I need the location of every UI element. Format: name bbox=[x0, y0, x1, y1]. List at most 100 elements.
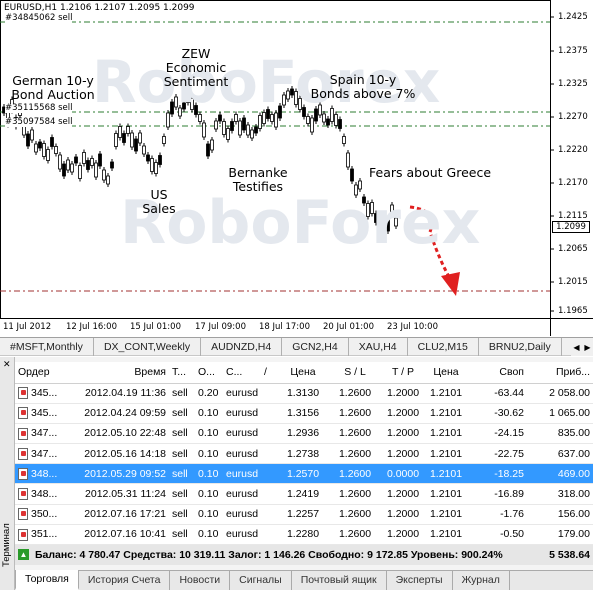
column-header[interactable]: Ордер bbox=[15, 362, 77, 384]
order-id: 351... bbox=[31, 528, 58, 541]
scroll-right-icon[interactable]: ▶ bbox=[584, 343, 590, 352]
column-header[interactable]: Т... bbox=[169, 362, 195, 384]
candle-body bbox=[122, 133, 126, 143]
tab-account-history[interactable]: История Счета bbox=[79, 571, 171, 590]
price-tick: 1.2375 bbox=[558, 46, 588, 56]
table-cell: eurusd bbox=[223, 463, 261, 485]
candle-body bbox=[50, 137, 54, 147]
tab-news[interactable]: Новости bbox=[170, 571, 231, 590]
candle-body bbox=[38, 141, 42, 149]
column-header[interactable]: Цена bbox=[425, 362, 467, 384]
table-cell: 1.2101 bbox=[425, 483, 467, 505]
candle-body bbox=[310, 117, 314, 133]
tab-experts[interactable]: Эксперты bbox=[387, 571, 453, 590]
column-header[interactable]: S / L bbox=[329, 362, 381, 384]
balance-line: Баланс: 4 780.47 Средства: 10 319.11 Зал… bbox=[35, 548, 503, 561]
table-row[interactable]: 345... 2012.04.19 11:36 sell 0.20 eurusd 1.31… bbox=[15, 383, 593, 404]
terminal-panel: ✕ Терминал Ордер Время Т... О... С... / … bbox=[0, 357, 593, 590]
symbol-tab[interactable]: XAU,H4 bbox=[349, 338, 408, 356]
candle-body bbox=[66, 159, 70, 171]
chart-symbol-title: EURUSD,H1 1.2106 1.2107 1.2095 1.2099 bbox=[4, 3, 195, 13]
symbol-tab[interactable]: AUDNZD,H4 bbox=[201, 338, 283, 356]
table-cell-empty bbox=[261, 524, 277, 546]
column-header[interactable]: С... bbox=[223, 362, 261, 384]
column-header[interactable]: Своп bbox=[467, 362, 527, 384]
price-tick: 1.2220 bbox=[558, 145, 588, 155]
table-cell: 0.10 bbox=[195, 423, 223, 445]
table-cell: 2012.05.29 09:52 bbox=[77, 463, 169, 485]
table-row[interactable]: 351... 2012.07.16 10:41 sell 0.10 eurusd 1.22… bbox=[15, 524, 593, 546]
table-cell: 1.2936 bbox=[277, 423, 329, 445]
candle-body bbox=[130, 132, 134, 148]
table-cell: 1.2600 bbox=[329, 524, 381, 546]
table-cell: 1.2101 bbox=[425, 524, 467, 546]
table-cell: 1.2600 bbox=[329, 504, 381, 525]
tab-scroll-controls: ◀ ▶ bbox=[571, 338, 593, 356]
symbol-tab[interactable]: DX_CONT,Weekly bbox=[94, 338, 202, 356]
table-cell: 1.2101 bbox=[425, 383, 467, 404]
table-row[interactable]: 348... 2012.05.29 09:52 sell 0.10 eurusd 1.25… bbox=[15, 463, 593, 485]
candle-body bbox=[214, 120, 218, 130]
table-cell: 1.2600 bbox=[329, 403, 381, 424]
table-row[interactable]: 345... 2012.04.24 09:59 sell 0.10 eurusd 1.31… bbox=[15, 403, 593, 424]
candle-body bbox=[202, 122, 206, 138]
symbol-tab[interactable]: CLU2,M15 bbox=[408, 338, 479, 356]
table-cell-empty bbox=[261, 443, 277, 465]
tab-signals[interactable]: Сигналы bbox=[230, 571, 292, 590]
column-header[interactable]: Время bbox=[77, 362, 169, 384]
table-cell: 1.2101 bbox=[425, 443, 467, 465]
symbol-tab[interactable]: GCN2,H4 bbox=[282, 338, 349, 356]
column-header[interactable]: Цена bbox=[277, 362, 329, 384]
candle-body bbox=[222, 121, 226, 135]
table-cell: 1 065.00 bbox=[527, 403, 593, 424]
scroll-left-icon[interactable]: ◀ bbox=[573, 343, 579, 352]
close-icon[interactable]: ✕ bbox=[3, 359, 11, 370]
candle-body bbox=[326, 118, 330, 126]
candle-body bbox=[106, 175, 110, 185]
balance-summary: ▲ Баланс: 4 780.47 Средства: 10 319.11 За… bbox=[15, 544, 527, 565]
column-header[interactable]: Приб... bbox=[527, 362, 593, 384]
table-cell: -18.25 bbox=[467, 463, 527, 485]
time-tick: 20 Jul 01:00 bbox=[323, 322, 374, 332]
order-id: 345... bbox=[31, 407, 58, 420]
symbol-tab[interactable]: BRNU2,Daily bbox=[479, 338, 562, 356]
tab-mailbox[interactable]: Почтовый ящик bbox=[292, 571, 387, 590]
candle-body bbox=[258, 115, 262, 129]
price-chart[interactable]: RoboForex RoboForex EURUSD,H1 1.2106 1.2… bbox=[0, 0, 593, 336]
candle-body bbox=[138, 132, 142, 144]
candle-body bbox=[162, 136, 166, 144]
symbol-tab[interactable]: #MSFT,Monthly bbox=[0, 338, 94, 356]
column-header[interactable]: О... bbox=[195, 362, 223, 384]
candle-body bbox=[78, 165, 82, 179]
candle-body bbox=[102, 169, 106, 181]
table-cell: 1.2257 bbox=[277, 504, 329, 525]
column-header[interactable]: T / P bbox=[381, 362, 425, 384]
order-id: 350... bbox=[31, 508, 58, 521]
table-cell: 637.00 bbox=[527, 443, 593, 465]
candle-body bbox=[242, 117, 246, 131]
candle-body bbox=[306, 116, 310, 124]
table-cell: eurusd bbox=[223, 483, 261, 505]
candle-body bbox=[254, 126, 258, 134]
candle-body bbox=[142, 145, 146, 155]
candle-body bbox=[62, 163, 66, 177]
table-cell: sell bbox=[169, 463, 195, 485]
tab-journal[interactable]: Журнал bbox=[453, 571, 510, 590]
table-cell: -16.89 bbox=[467, 483, 527, 505]
candle-body bbox=[226, 128, 230, 140]
table-cell: -24.15 bbox=[467, 423, 527, 445]
candle-body bbox=[206, 143, 210, 157]
column-header[interactable]: / bbox=[261, 362, 277, 384]
order-icon bbox=[18, 508, 28, 521]
table-cell: 2012.05.16 14:18 bbox=[77, 443, 169, 465]
table-cell: sell bbox=[169, 423, 195, 445]
table-row[interactable]: 348... 2012.05.31 11:24 sell 0.10 eurusd 1.24… bbox=[15, 483, 593, 505]
order-cell: 348... bbox=[15, 483, 77, 505]
time-tick: 15 Jul 01:00 bbox=[130, 322, 181, 332]
table-row[interactable]: 350... 2012.07.16 17:21 sell 0.10 eurusd 1.22… bbox=[15, 504, 593, 525]
table-row[interactable]: 347... 2012.05.16 14:18 sell 0.10 eurusd 1.27… bbox=[15, 443, 593, 465]
table-row[interactable]: 347... 2012.05.10 22:48 sell 0.10 eurusd 1.29… bbox=[15, 423, 593, 445]
table-cell: 1.2600 bbox=[329, 483, 381, 505]
order-icon bbox=[18, 467, 28, 480]
tab-trade[interactable]: Торговля bbox=[15, 570, 79, 590]
